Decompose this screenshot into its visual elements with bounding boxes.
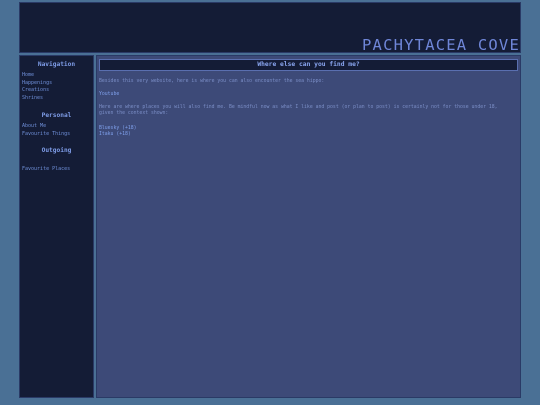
personal-list: About Me Favourite Things bbox=[22, 123, 70, 138]
personal-heading: Personal bbox=[41, 112, 72, 119]
nav-link-home[interactable]: Home bbox=[22, 72, 52, 80]
nav-link-creations[interactable]: Creations bbox=[22, 87, 52, 95]
main-content: Where else can you find me? Besides this… bbox=[96, 55, 521, 398]
link-itaku[interactable]: Itaku (+18) bbox=[99, 132, 131, 137]
intro-paragraph: Besides this very website, here is where… bbox=[99, 79, 325, 84]
nav-link-about-me[interactable]: About Me bbox=[22, 123, 70, 131]
sidebar: Navigation Home Happenings Creations Shr… bbox=[19, 55, 94, 398]
navigation-list: Home Happenings Creations Shrines bbox=[22, 72, 52, 103]
outgoing-heading: Outgoing bbox=[41, 147, 72, 154]
link-youtube[interactable]: Youtube bbox=[99, 92, 119, 97]
nav-link-favourite-things[interactable]: Favourite Things bbox=[22, 131, 70, 139]
content-title: Where else can you find me? bbox=[99, 59, 518, 71]
outgoing-list: Favourite Places bbox=[22, 166, 70, 174]
link-bluesky[interactable]: Bluesky (+18) bbox=[99, 126, 137, 131]
navigation-heading: Navigation bbox=[37, 61, 76, 68]
nav-link-favourite-places[interactable]: Favourite Places bbox=[22, 166, 70, 174]
links-group-2: Bluesky (+18) Itaku (+18) bbox=[99, 126, 514, 138]
site-title[interactable]: PACHYTACEA COVE bbox=[362, 36, 520, 54]
nav-link-shrines[interactable]: Shrines bbox=[22, 95, 52, 103]
links-group-1: Youtube bbox=[99, 92, 514, 98]
nav-link-happenings[interactable]: Happenings bbox=[22, 80, 52, 88]
site-header: PACHYTACEA COVE bbox=[19, 2, 521, 54]
note-paragraph: Here are where places you will also find… bbox=[99, 105, 498, 117]
